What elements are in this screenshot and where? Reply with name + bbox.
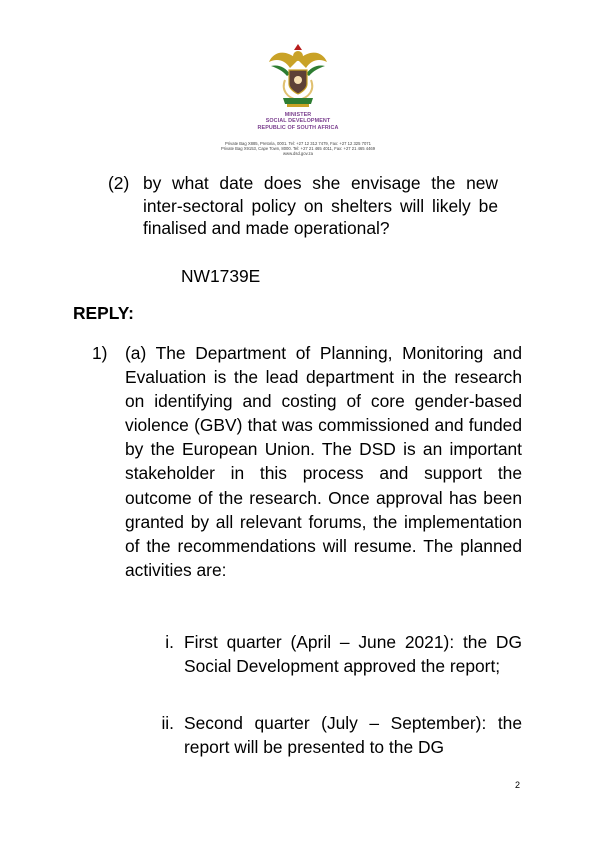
letterhead: MINISTER SOCIAL DEVELOPMENT REPUBLIC OF … xyxy=(0,40,596,156)
reply-text: (a) The Department of Planning, Monitori… xyxy=(125,343,522,580)
question-text: by what date does she envisage the new i… xyxy=(143,173,498,238)
coat-of-arms-icon xyxy=(269,44,327,107)
activity-text: Second quarter (July – September): the r… xyxy=(184,713,522,758)
question-number: (2) xyxy=(108,173,130,193)
activity-number: i. xyxy=(165,632,174,652)
reply-number: 1) xyxy=(92,343,108,363)
page-number: 2 xyxy=(515,780,521,790)
letterhead-country: REPUBLIC OF SOUTH AFRICA xyxy=(257,124,339,131)
letterhead-website: www.dsd.gov.za xyxy=(283,151,313,157)
reply-heading: REPLY: xyxy=(73,303,134,323)
activity-number: ii. xyxy=(161,713,174,733)
activity-text: First quarter (April – June 2021): the D… xyxy=(184,632,522,677)
question-reference: NW1739E xyxy=(181,266,261,286)
